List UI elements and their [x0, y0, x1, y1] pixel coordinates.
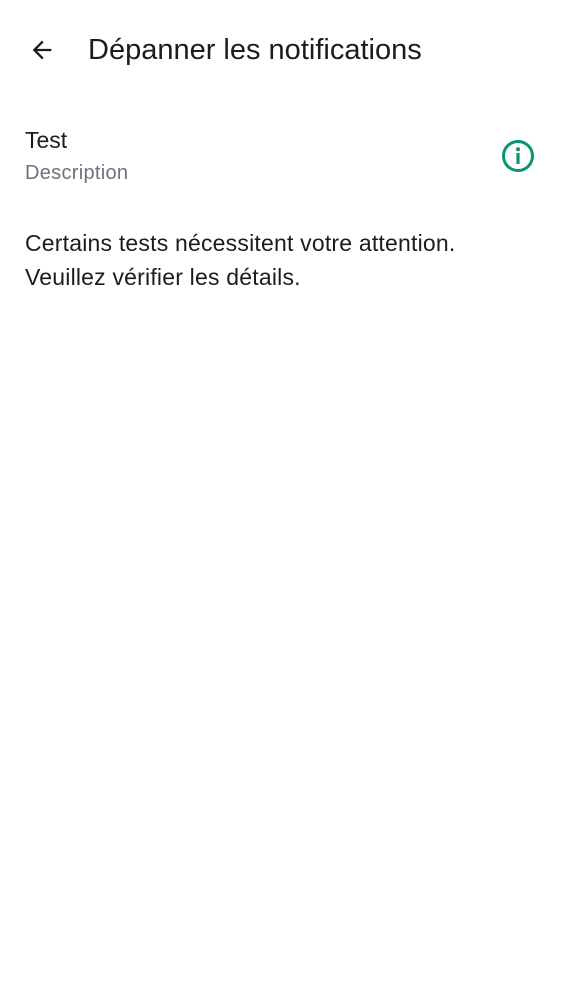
top-app-bar: Dépanner les notifications [0, 0, 562, 100]
status-message: Certains tests nécessitent votre attenti… [25, 230, 456, 290]
page-title: Dépanner les notifications [88, 34, 422, 66]
test-list-item[interactable]: Test Description [0, 116, 562, 198]
info-icon[interactable] [500, 138, 536, 174]
test-title: Test [25, 127, 68, 153]
test-description: Description [25, 162, 129, 184]
arrow-back-icon [32, 40, 52, 60]
back-button[interactable] [18, 26, 66, 74]
